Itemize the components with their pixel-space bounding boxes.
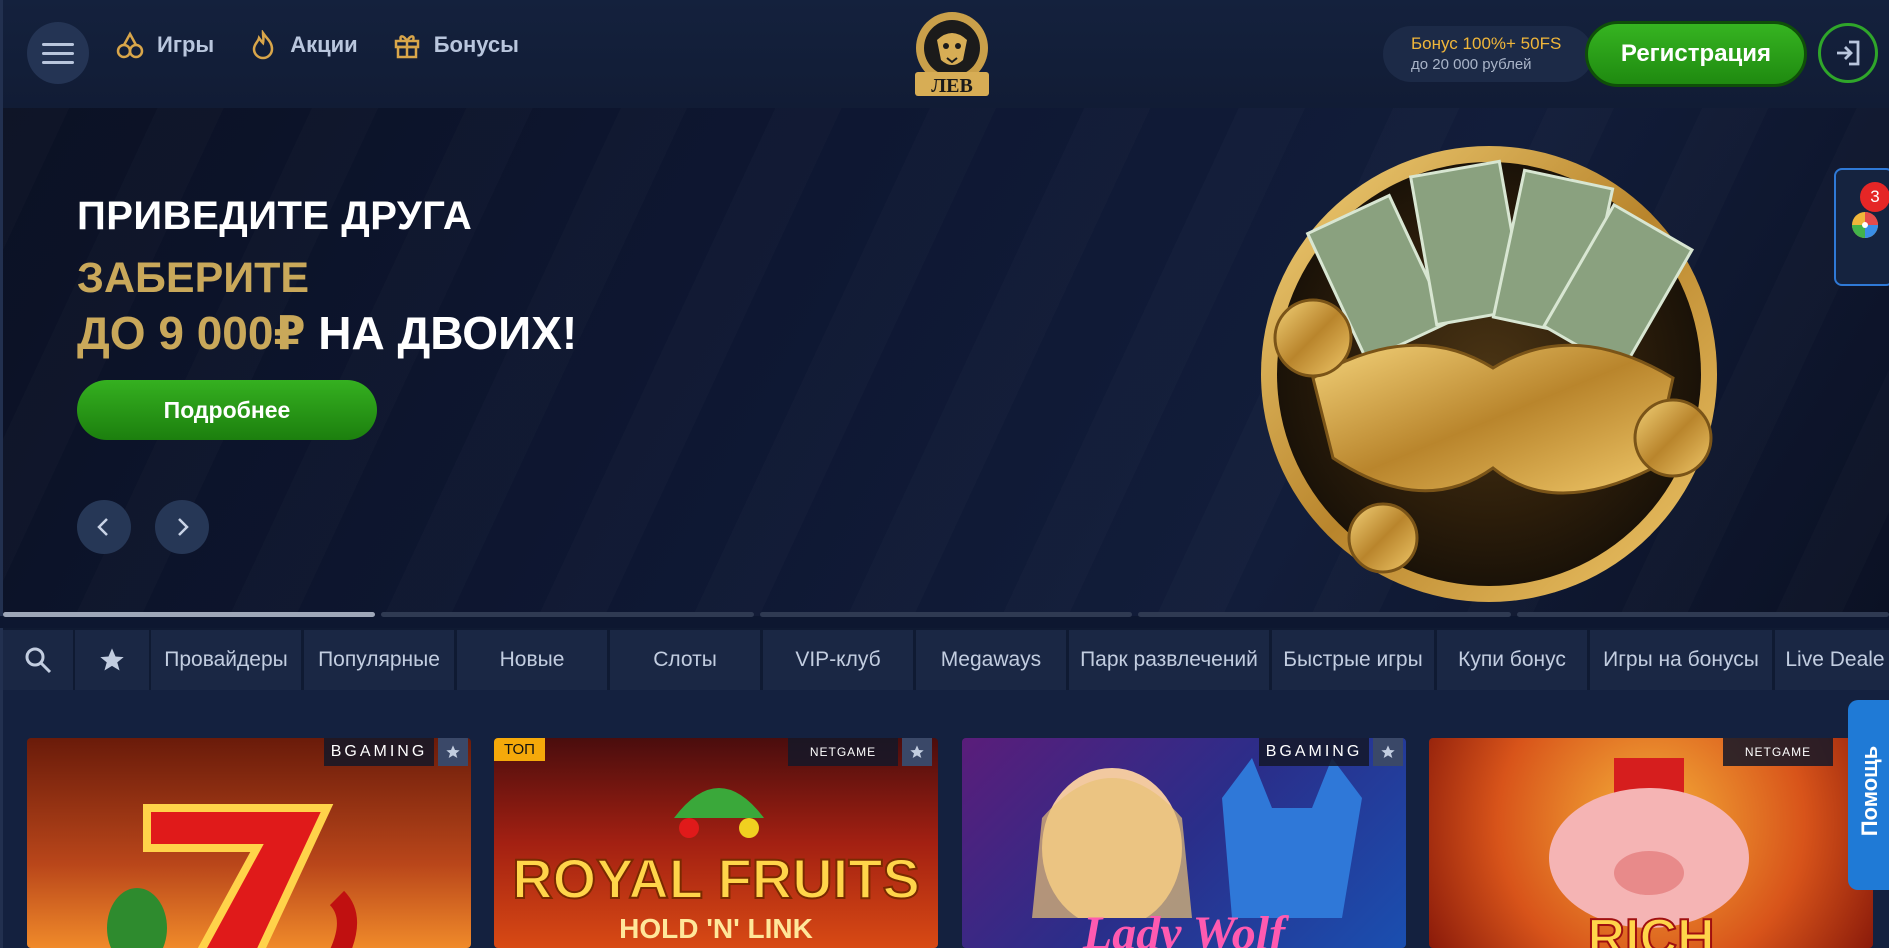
register-button[interactable]: Регистрация	[1585, 21, 1807, 87]
banner-headline: ПРИВЕДИТЕ ДРУГА	[77, 194, 473, 238]
site-logo[interactable]: ЛЕВ	[907, 8, 997, 100]
slide-indicator[interactable]	[381, 612, 754, 617]
bonus-offer[interactable]: Бонус 100%+ 50FS до 20 000 рублей	[1383, 26, 1593, 82]
slide-indicator[interactable]	[3, 612, 376, 617]
search-button[interactable]	[3, 630, 73, 690]
nav-promotions[interactable]: Акции	[248, 30, 358, 60]
next-slide-button[interactable]	[155, 500, 209, 554]
category-tab[interactable]: Новые	[457, 630, 607, 690]
favorites-button[interactable]	[75, 630, 149, 690]
category-tab[interactable]: Быстрые игры	[1272, 630, 1434, 690]
game-card[interactable]: Lady Wolf BGAMING	[962, 738, 1406, 948]
category-tab[interactable]: Слоты	[610, 630, 760, 690]
fruits-image	[674, 788, 764, 838]
bonus-title: Бонус 100%+ 50FS	[1411, 34, 1562, 53]
top-header: Игры Акции Бонусы ЛЕВ Бонус 100%+ 50FS д…	[0, 0, 1889, 108]
flame-icon	[252, 30, 274, 60]
handshake-medallion-image	[1261, 146, 1717, 602]
game-subtitle: HOLD 'N' LINK	[619, 913, 813, 944]
provider-label: NETGAME	[788, 738, 898, 766]
slide-indicator[interactable]	[1138, 612, 1511, 617]
favorite-button[interactable]	[1373, 738, 1403, 766]
nav-bonuses[interactable]: Бонусы	[392, 30, 519, 60]
login-icon	[1837, 40, 1860, 66]
nav-games-label: Игры	[157, 32, 215, 57]
slide-indicator[interactable]	[759, 612, 1133, 617]
category-tab[interactable]: Парк развлечений	[1069, 630, 1269, 690]
favorite-button[interactable]	[438, 738, 468, 766]
menu-button[interactable]	[27, 22, 89, 84]
star-icon	[1381, 745, 1395, 758]
notification-badge: 3	[1860, 182, 1889, 212]
banner-subheadline: ЗАБЕРИТЕ	[77, 254, 310, 302]
provider-label: NETGAME	[1723, 738, 1833, 766]
star-icon	[100, 648, 124, 671]
slide-indicator[interactable]	[1516, 612, 1889, 617]
login-button[interactable]	[1818, 23, 1878, 83]
star-icon	[910, 745, 924, 758]
provider-label: BGAMING	[1259, 738, 1369, 766]
category-tab[interactable]: VIP-клуб	[763, 630, 913, 690]
category-tab[interactable]: Купи бонус	[1437, 630, 1587, 690]
help-label: Помощь	[1857, 745, 1882, 837]
star-icon	[446, 745, 460, 758]
help-button[interactable]: Помощь	[1848, 700, 1889, 890]
banner-offer-amount: ДО 9 000₽	[77, 307, 306, 359]
game-title: Lady Wolf	[1082, 907, 1286, 948]
banner-offer-suffix: НА ДВОИХ!	[305, 307, 578, 359]
game-card[interactable]: BGAMING	[27, 738, 471, 948]
game-title: RICH	[1586, 908, 1715, 948]
lady-wolf-image	[1032, 758, 1362, 918]
category-tab[interactable]: Провайдеры	[151, 630, 301, 690]
favorite-button[interactable]	[902, 738, 932, 766]
slide-progress	[3, 612, 1889, 618]
gift-icon	[394, 35, 419, 59]
game-title: ROYAL FRUITS	[511, 846, 921, 911]
hamburger-icon	[42, 40, 74, 67]
prev-slide-button[interactable]	[77, 500, 131, 554]
lucky-seven-image	[107, 804, 357, 948]
category-tab[interactable]: Игры на бонусы	[1590, 630, 1772, 690]
promo-banner: ПРИВЕДИТЕ ДРУГА ЗАБЕРИТЕ ДО 9 000₽ НА ДВ…	[0, 108, 1889, 616]
category-tab[interactable]: Live Deale	[1775, 630, 1889, 690]
nav-promotions-label: Акции	[290, 32, 358, 57]
category-tab[interactable]: Популярные	[304, 630, 454, 690]
logo-text: ЛЕВ	[931, 75, 973, 97]
nav-games[interactable]: Игры	[115, 30, 214, 60]
category-tab[interactable]: Megaways	[916, 630, 1066, 690]
game-card[interactable]: ТОП ROYAL FRUITS HOLD 'N' LINK NETGAME	[494, 738, 938, 948]
search-icon	[25, 647, 52, 674]
category-bar: Провайдеры Популярные Новые Слоты VIP-клуб Me…	[0, 628, 1889, 690]
cherries-icon	[116, 31, 144, 59]
game-card[interactable]: RICH NETGAME	[1429, 738, 1873, 948]
chevron-right-icon	[178, 518, 189, 536]
chevron-left-icon	[97, 518, 108, 536]
provider-label: BGAMING	[324, 738, 434, 766]
nav-bonuses-label: Бонусы	[433, 32, 519, 57]
wheel-of-fortune-icon	[1852, 212, 1878, 238]
bonus-subtitle: до 20 000 рублей	[1411, 56, 1532, 73]
top-badge: ТОП	[494, 738, 545, 761]
more-button[interactable]: Подробнее	[77, 380, 377, 440]
main-nav: Игры Акции Бонусы	[115, 30, 519, 60]
banner-offer: ДО 9 000₽ НА ДВОИХ!	[77, 306, 577, 360]
